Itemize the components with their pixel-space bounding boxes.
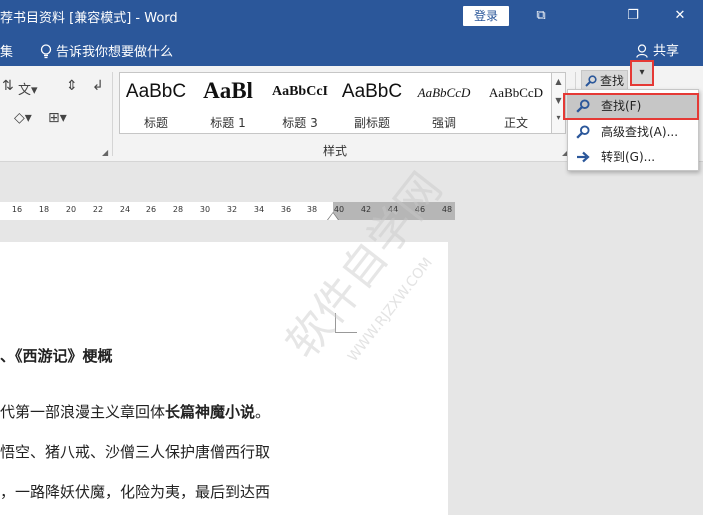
ruler-tick: 26 xyxy=(145,205,157,214)
line1-normal: 代第一部浪漫主义章回体 xyxy=(0,403,166,421)
style-title[interactable]: AaBbC 标题 xyxy=(120,73,192,133)
right-indent-marker[interactable] xyxy=(328,213,338,220)
menu-bar: 集 告诉我你想要做什么 共享 xyxy=(0,32,703,66)
font-effect-icon[interactable]: 文▾ xyxy=(18,79,38,98)
styles-gallery: AaBbC 标题 AaBl 标题 1 AaBbCcI 标题 3 AaBbC 副标… xyxy=(119,72,552,134)
login-button[interactable]: 登录 xyxy=(463,6,509,26)
style-sample: AaBbC xyxy=(341,81,403,102)
style-name: 标题 3 xyxy=(282,116,318,130)
style-subtitle[interactable]: AaBbC 副标题 xyxy=(336,73,408,133)
paragraph-dialog-launcher-icon[interactable]: ◢ xyxy=(102,148,108,157)
arrow-right-icon xyxy=(577,151,590,163)
tell-me-search[interactable]: 告诉我你想要做什么 xyxy=(40,41,173,60)
document-paragraph-line: 悟空、猪八戒、沙僧三人保护唐僧西行取 xyxy=(0,443,271,461)
ruler-tick: 18 xyxy=(38,205,50,214)
ruler-tick: 42 xyxy=(360,205,372,214)
menu-item-label: 转到(G)... xyxy=(601,150,656,164)
tell-me-text: 告诉我你想要做什么 xyxy=(56,45,174,60)
ruler-tick: 32 xyxy=(226,205,238,214)
ruler-tick: 36 xyxy=(280,205,292,214)
style-sample: AaBbCcI xyxy=(271,84,328,99)
ruler-tick: 44 xyxy=(387,205,399,214)
style-name: 标题 xyxy=(143,116,168,130)
style-name: 副标题 xyxy=(353,116,390,130)
ruler-tick: 46 xyxy=(414,205,426,214)
borders-icon[interactable]: ⊞▾ xyxy=(48,110,67,126)
shading-icon[interactable]: ◇▾ xyxy=(14,110,32,126)
ruler-tick: 16 xyxy=(11,205,23,214)
style-name: 强调 xyxy=(431,116,456,130)
menu-item-advanced-find[interactable]: 高级查找(A)... xyxy=(568,120,698,144)
style-sample: AaBl xyxy=(203,78,253,103)
line-spacing-icon[interactable]: ⇕ xyxy=(66,78,78,94)
lightbulb-icon xyxy=(40,44,52,59)
sort-icon[interactable]: ⇅ xyxy=(2,78,14,94)
collect-tab[interactable]: 集 xyxy=(0,41,13,60)
paragraph-mark-icon[interactable]: ↲ xyxy=(92,78,104,94)
search-icon xyxy=(585,75,597,87)
style-emphasis[interactable]: AaBbCcD 强调 xyxy=(408,73,480,133)
style-heading-3[interactable]: AaBbCcI 标题 3 xyxy=(264,73,336,133)
style-heading-1[interactable]: AaBl 标题 1 xyxy=(192,73,264,133)
find-button-label: 查找 xyxy=(600,74,625,88)
title-bar: 荐书目资料 [兼容模式] - Word 登录 ⧉ ❐ ✕ xyxy=(0,0,703,32)
style-name: 标题 1 xyxy=(210,116,246,130)
highlight-outline xyxy=(563,93,699,120)
style-sample: AaBbCcD xyxy=(488,85,544,100)
ruler-tick: 48 xyxy=(441,205,453,214)
document-paragraph-line: 代第一部浪漫主义章回体长篇神魔小说。 xyxy=(0,401,270,422)
styles-group-label: 样式 xyxy=(323,144,348,158)
ruler-tick: 20 xyxy=(65,205,77,214)
menu-item-label: 高级查找(A)... xyxy=(601,125,679,139)
window-title: 荐书目资料 [兼容模式] - Word xyxy=(0,11,178,26)
group-separator xyxy=(112,72,113,156)
ruler-tick: 38 xyxy=(306,205,318,214)
ruler-tick: 30 xyxy=(199,205,211,214)
person-icon xyxy=(636,44,648,58)
search-icon xyxy=(576,125,590,139)
document-paragraph-line: ，一路降妖伏魔，化险为夷，最后到达西 xyxy=(0,483,271,501)
line1-end: 。 xyxy=(255,403,271,421)
style-sample: AaBbCcD xyxy=(417,85,471,100)
style-name: 正文 xyxy=(503,116,528,130)
ruler-tick: 22 xyxy=(92,205,104,214)
scroll-up-icon[interactable]: ▲ xyxy=(552,77,565,86)
document-heading: 、《西游记》梗概 xyxy=(0,347,113,365)
share-button[interactable]: 共享 xyxy=(636,40,679,59)
restore-window-button[interactable]: ❐ xyxy=(610,0,656,32)
document-page[interactable] xyxy=(0,242,448,515)
find-dropdown-arrow[interactable]: ▾ xyxy=(630,60,654,86)
ruler-tick: 24 xyxy=(119,205,131,214)
ribbon-display-options-icon[interactable]: ⧉ xyxy=(518,0,564,32)
ruler-tick: 28 xyxy=(172,205,184,214)
menu-item-goto[interactable]: 转到(G)... xyxy=(568,145,698,169)
horizontal-ruler[interactable]: 16 18 20 22 24 26 28 30 32 34 36 38 40 4… xyxy=(0,202,455,220)
share-label: 共享 xyxy=(653,44,680,59)
close-window-button[interactable]: ✕ xyxy=(657,0,703,32)
style-sample: AaBbC xyxy=(125,81,187,102)
line1-bold: 长篇神魔小说 xyxy=(165,403,256,421)
style-normal[interactable]: AaBbCcD 正文 xyxy=(480,73,552,133)
ruler-tick: 34 xyxy=(253,205,265,214)
margin-corner-mark xyxy=(335,313,357,333)
